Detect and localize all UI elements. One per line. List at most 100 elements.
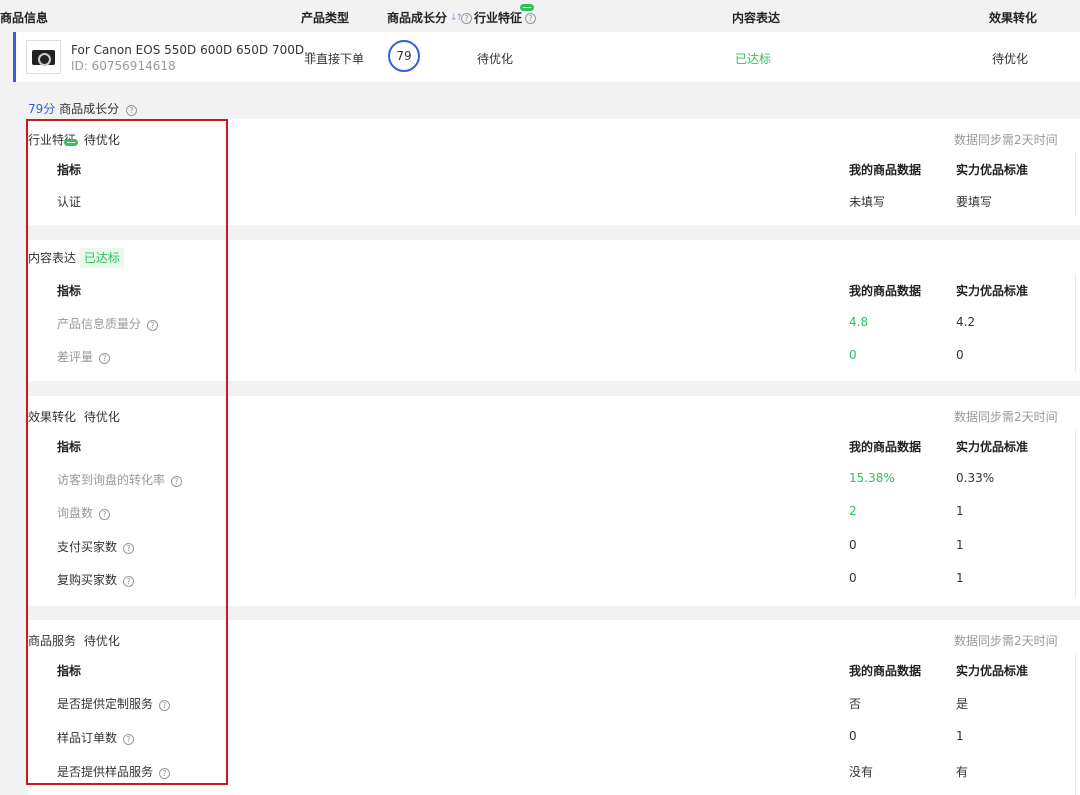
col-standard: 实力优品标准	[956, 284, 1029, 298]
indicator-label: 是否提供定制服务?	[57, 695, 171, 712]
section-status: 待优化	[83, 133, 120, 147]
my-value: 2	[849, 504, 857, 518]
table-header-row: 指标 我的商品数据 实力优品标准	[28, 434, 1080, 458]
help-icon[interactable]: ?	[159, 768, 171, 779]
my-value: 0	[849, 571, 857, 585]
product-type: 非直接下单	[304, 52, 365, 66]
col-mine: 我的商品数据	[849, 664, 922, 678]
indicator-text: 是否提供样品服务	[57, 765, 154, 779]
table-row: 复购买家数? 0 1	[28, 567, 1080, 591]
indicator-text: 访客到询盘的转化率	[57, 473, 166, 487]
score-ring: 79	[388, 40, 420, 72]
new-badge-icon	[520, 4, 534, 11]
table-header-row: 指标 我的商品数据 实力优品标准	[28, 157, 1080, 181]
section-title-text: 效果转化	[28, 410, 77, 424]
help-icon[interactable]: ?	[171, 476, 183, 487]
product-title[interactable]: For Canon EOS 550D 600D 650D 700D...	[71, 43, 316, 57]
indicator-text: 询盘数	[57, 506, 94, 520]
help-icon[interactable]: ?	[99, 353, 111, 364]
growth-score-value: 79分	[28, 102, 56, 116]
indicator-text: 是否提供定制服务	[57, 697, 154, 711]
table-header-row: 指标 我的商品数据 实力优品标准	[28, 658, 1080, 682]
section-service: 商品服务 待优化 数据同步需2天时间 指标 我的商品数据 实力优品标准 是否提供…	[28, 620, 1080, 795]
table-row: 差评量? 0 0	[28, 344, 1080, 368]
indicator-label: 样品订单数?	[57, 729, 135, 746]
my-value: 未填写	[849, 195, 886, 209]
standard-value: 1	[956, 571, 964, 585]
help-icon[interactable]: ?	[123, 543, 135, 554]
indicator-label: 访客到询盘的转化率?	[57, 471, 183, 488]
sort-arrows-icon[interactable]: ↓↑	[450, 13, 463, 23]
indicator-label: 认证	[57, 195, 82, 209]
col-indicator: 指标	[57, 664, 82, 678]
indicator-label: 差评量?	[57, 348, 111, 365]
section-status: 待优化	[83, 634, 120, 648]
help-icon[interactable]: ?	[147, 320, 159, 331]
help-icon[interactable]: ?	[159, 700, 171, 711]
score-value: 79	[396, 49, 412, 63]
help-icon[interactable]: ?	[99, 509, 111, 520]
standard-value: 要填写	[956, 195, 993, 209]
section-title-text: 内容表达	[28, 251, 77, 265]
indicator-label: 复购买家数?	[57, 571, 135, 588]
indicator-label: 支付买家数?	[57, 538, 135, 555]
section-title: 行业特征 待优化	[28, 131, 120, 148]
growth-score-line: 79分 商品成长分 ?	[28, 100, 137, 117]
table-row: 询盘数? 2 1	[28, 500, 1080, 524]
indicator-label: 产品信息质量分?	[57, 315, 159, 332]
col-standard: 实力优品标准	[956, 664, 1029, 678]
my-value: 0	[849, 538, 857, 552]
section-title-text: 商品服务	[28, 634, 77, 648]
product-thumbnail[interactable]	[26, 40, 61, 74]
divider	[1075, 153, 1076, 215]
standard-value: 1	[956, 504, 964, 518]
indicator-text: 复购买家数	[57, 573, 118, 587]
my-value: 没有	[849, 765, 874, 779]
section-title: 内容表达 已达标	[28, 248, 124, 268]
col-standard: 实力优品标准	[956, 163, 1029, 177]
header-effect-conversion: 效果转化	[989, 11, 1038, 25]
table-row: 样品订单数? 0 1	[28, 725, 1080, 749]
camera-image	[32, 50, 55, 66]
col-indicator: 指标	[57, 163, 82, 177]
help-icon[interactable]: ?	[525, 13, 536, 24]
sync-note: 数据同步需2天时间	[954, 133, 1058, 147]
standard-value: 4.2	[956, 315, 976, 329]
help-icon[interactable]: ?	[123, 734, 135, 745]
col-indicator: 指标	[57, 440, 82, 454]
effect-status: 待优化	[992, 52, 1029, 66]
help-icon[interactable]: ?	[123, 576, 135, 587]
indicator-text: 差评量	[57, 350, 94, 364]
standard-value: 0	[956, 348, 964, 362]
table-row: 是否提供定制服务? 否 是	[28, 691, 1080, 715]
table-row: 访客到询盘的转化率? 15.38% 0.33%	[28, 467, 1080, 491]
header-product-info: 商品信息	[0, 11, 49, 25]
help-icon[interactable]: ?	[461, 13, 472, 24]
header-industry-feature: 行业特征	[474, 11, 523, 25]
col-indicator: 指标	[57, 284, 82, 298]
growth-score-label: 商品成长分	[59, 102, 120, 116]
section-content: 内容表达 已达标 指标 我的商品数据 实力优品标准 产品信息质量分? 4.8 4…	[28, 240, 1080, 381]
section-status: 待优化	[83, 410, 120, 424]
header-content-expression: 内容表达	[732, 11, 781, 25]
header-product-type: 产品类型	[301, 11, 350, 25]
sync-note: 数据同步需2天时间	[954, 634, 1058, 648]
content-status: 已达标	[735, 52, 772, 66]
standard-value: 是	[956, 697, 969, 711]
table-row: 是否提供样品服务? 没有 有	[28, 759, 1080, 783]
industry-status: 待优化	[477, 52, 514, 66]
section-title: 效果转化 待优化	[28, 408, 120, 425]
my-value: 15.38%	[849, 471, 895, 485]
indicator-label: 询盘数?	[57, 504, 111, 521]
indicator-text: 支付买家数	[57, 540, 118, 554]
product-id: ID: 60756914618	[71, 59, 176, 73]
standard-value: 1	[956, 729, 964, 743]
standard-value: 1	[956, 538, 964, 552]
section-effect: 效果转化 待优化 数据同步需2天时间 指标 我的商品数据 实力优品标准 访客到询…	[28, 396, 1080, 606]
table-row: 产品信息质量分? 4.8 4.2	[28, 311, 1080, 335]
product-row[interactable]: For Canon EOS 550D 600D 650D 700D... ID:…	[13, 32, 1080, 82]
header-growth-score: 商品成长分	[387, 11, 448, 25]
help-icon[interactable]: ?	[125, 105, 137, 116]
my-value: 否	[849, 697, 862, 711]
indicator-text: 样品订单数	[57, 731, 118, 745]
